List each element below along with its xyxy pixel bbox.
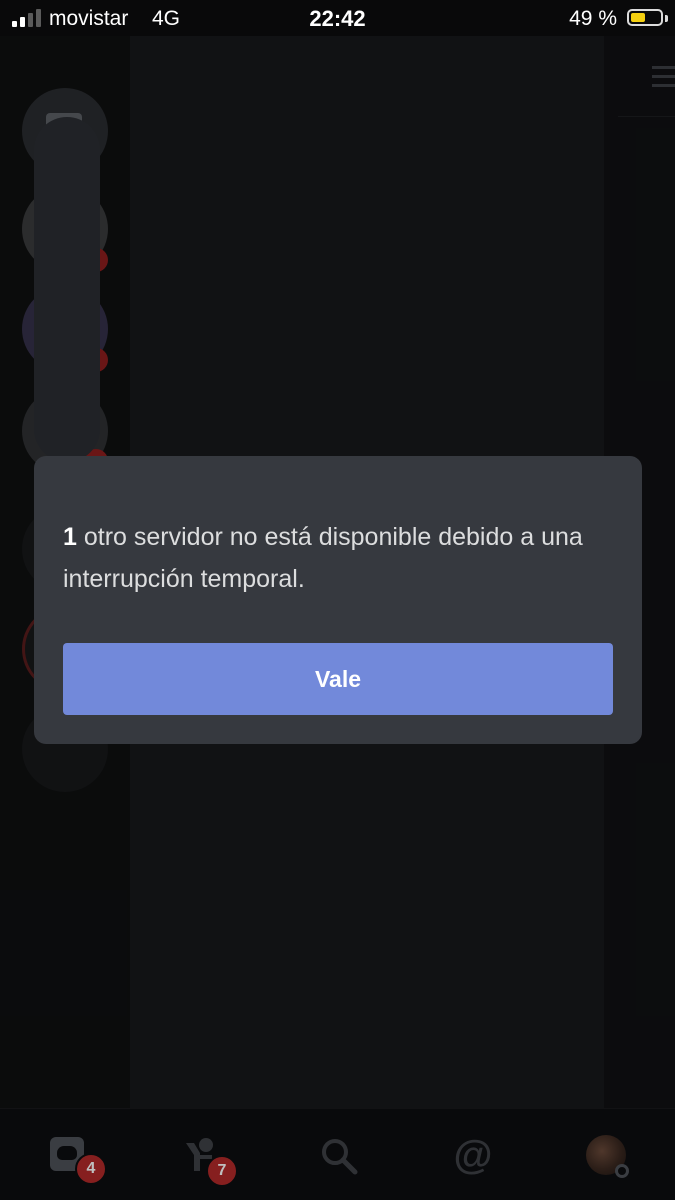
- unavailable-server-count: 1: [63, 523, 77, 551]
- ok-button-label: Vale: [314, 665, 362, 692]
- battery-icon: [627, 9, 663, 26]
- status-bar: movistar 4G 22:42 49 %: [0, 0, 675, 36]
- app-screen: movistar 4G 22:42 49 % 4 7 @ 1 otro serv…: [0, 0, 675, 1200]
- battery-nub: [665, 15, 668, 22]
- dialog-message: 1 otro servidor no está disponible debid…: [63, 516, 613, 600]
- ok-button[interactable]: Vale: [63, 643, 613, 715]
- battery-percentage: 49 %: [569, 7, 617, 30]
- outage-dialog: 1 otro servidor no está disponible debid…: [34, 456, 642, 744]
- battery-fill: [631, 13, 645, 22]
- dialog-message-text: otro servidor no está disponible debido …: [63, 523, 583, 593]
